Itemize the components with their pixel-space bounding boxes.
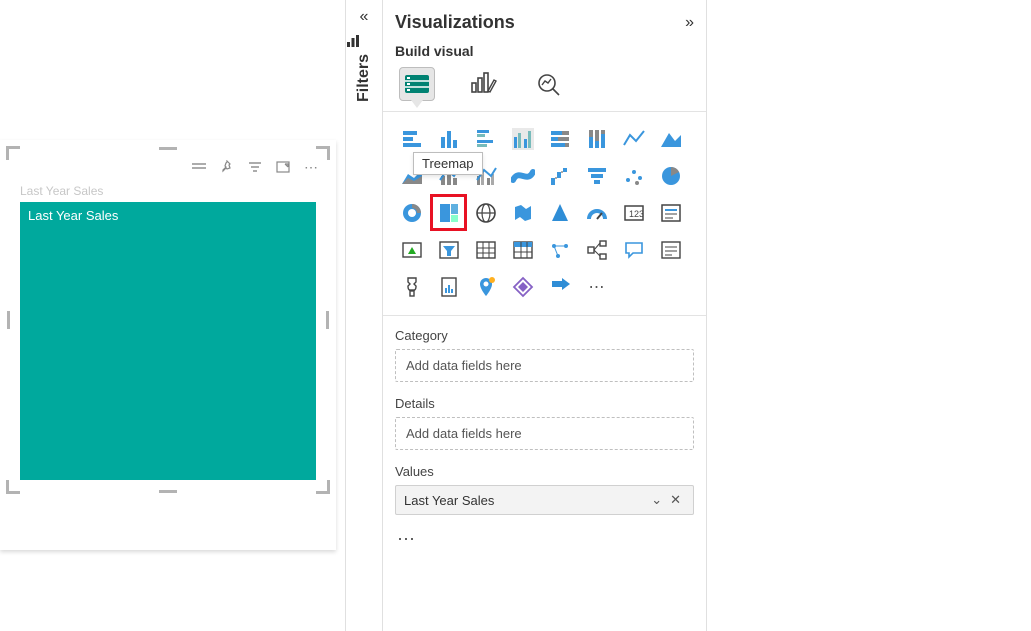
hundred-stacked-column-icon[interactable] [580, 122, 613, 155]
category-well-dropzone[interactable]: Add data fields here [395, 349, 694, 382]
goals-icon[interactable] [395, 270, 428, 303]
pie-chart-icon[interactable] [654, 159, 687, 192]
details-well-dropzone[interactable]: Add data fields here [395, 417, 694, 450]
resize-handle-right[interactable] [326, 311, 329, 329]
qa-visual-icon[interactable] [617, 233, 650, 266]
visual-selection-frame[interactable]: ⋯ Last Year Sales Last Year Sales [10, 150, 326, 490]
visualizations-pane: Visualizations » Build visual Treemap [383, 0, 707, 631]
report-canvas-area: ⋯ Last Year Sales Last Year Sales [0, 140, 336, 550]
format-tab[interactable] [465, 67, 501, 101]
funnel-chart-icon[interactable] [580, 159, 613, 192]
resize-handle-bottom[interactable] [159, 490, 177, 493]
more-visuals-icon[interactable]: ⋯ [580, 270, 613, 303]
treemap-visual[interactable]: Last Year Sales [20, 202, 316, 480]
ribbon-chart-icon[interactable] [506, 159, 539, 192]
r-visual-icon[interactable] [543, 233, 576, 266]
smart-narrative-icon[interactable] [654, 233, 687, 266]
values-field-chip[interactable]: Last Year Sales ⌄ ✕ [395, 485, 694, 515]
filters-pane-label[interactable]: Filters [355, 54, 373, 102]
slicer-icon[interactable] [432, 233, 465, 266]
category-well-label: Category [395, 328, 694, 343]
map-icon[interactable] [469, 196, 502, 229]
azure-map-icon[interactable] [543, 196, 576, 229]
values-well-label: Values [395, 464, 694, 479]
filled-map-icon[interactable] [506, 196, 539, 229]
line-chart-icon[interactable] [617, 122, 650, 155]
power-apps-icon[interactable] [506, 270, 539, 303]
treemap-chart-icon[interactable] [432, 196, 465, 229]
waterfall-chart-icon[interactable] [543, 159, 576, 192]
resize-handle-top[interactable] [159, 147, 177, 150]
decomposition-tree-icon[interactable] [580, 233, 613, 266]
multirow-card-icon[interactable] [654, 196, 687, 229]
stacked-column-chart-icon[interactable] [432, 122, 465, 155]
collapse-visualizations-icon[interactable]: » [685, 14, 694, 32]
stacked-bar-chart-icon[interactable] [395, 122, 428, 155]
expand-filters-icon[interactable]: « [346, 8, 382, 26]
gauge-icon[interactable] [580, 196, 613, 229]
values-field-label: Last Year Sales [404, 493, 494, 508]
build-visual-label: Build visual [395, 43, 694, 59]
power-automate-icon[interactable] [543, 270, 576, 303]
more-wells-icon[interactable]: ⋯ [395, 529, 694, 556]
card-icon[interactable]: 123 [617, 196, 650, 229]
paginated-report-icon[interactable] [432, 270, 465, 303]
focus-mode-icon[interactable] [274, 158, 292, 176]
details-well-label: Details [395, 396, 694, 411]
more-options-icon[interactable]: ⋯ [302, 158, 320, 176]
chevron-down-icon[interactable]: ⌄ [647, 492, 666, 508]
kpi-icon[interactable] [395, 233, 428, 266]
filters-pane-collapsed: « Filters [345, 0, 383, 631]
resize-handle-bottom-right[interactable] [316, 480, 330, 494]
area-chart-icon[interactable] [654, 122, 687, 155]
resize-handle-left[interactable] [7, 311, 10, 329]
scatter-chart-icon[interactable] [617, 159, 650, 192]
visual-title: Last Year Sales [20, 184, 103, 198]
hundred-stacked-bar-icon[interactable] [543, 122, 576, 155]
donut-chart-icon[interactable] [395, 196, 428, 229]
resize-handle-bottom-left[interactable] [6, 480, 20, 494]
remove-field-icon[interactable]: ✕ [666, 492, 685, 508]
table-icon[interactable] [469, 233, 502, 266]
matrix-icon[interactable] [506, 233, 539, 266]
visual-header-toolbar: ⋯ [190, 158, 320, 176]
clustered-bar-chart-icon[interactable] [469, 122, 502, 155]
visualization-gallery: Treemap 123 [395, 122, 694, 309]
arcgis-map-icon[interactable] [469, 270, 502, 303]
filter-bars-icon [346, 34, 382, 48]
visualizations-title: Visualizations [395, 12, 515, 33]
clustered-column-chart-icon[interactable] [506, 122, 539, 155]
pin-icon[interactable] [218, 158, 236, 176]
drag-grip-icon[interactable] [190, 158, 208, 176]
filter-icon[interactable] [246, 158, 264, 176]
build-visual-tabs [395, 67, 694, 109]
fields-tab[interactable] [399, 67, 435, 101]
svg-text:123: 123 [629, 209, 644, 219]
resize-handle-top-left[interactable] [6, 146, 20, 160]
treemap-tile-label: Last Year Sales [28, 208, 118, 223]
analytics-tab[interactable] [531, 67, 567, 101]
treemap-tooltip: Treemap [413, 152, 483, 175]
